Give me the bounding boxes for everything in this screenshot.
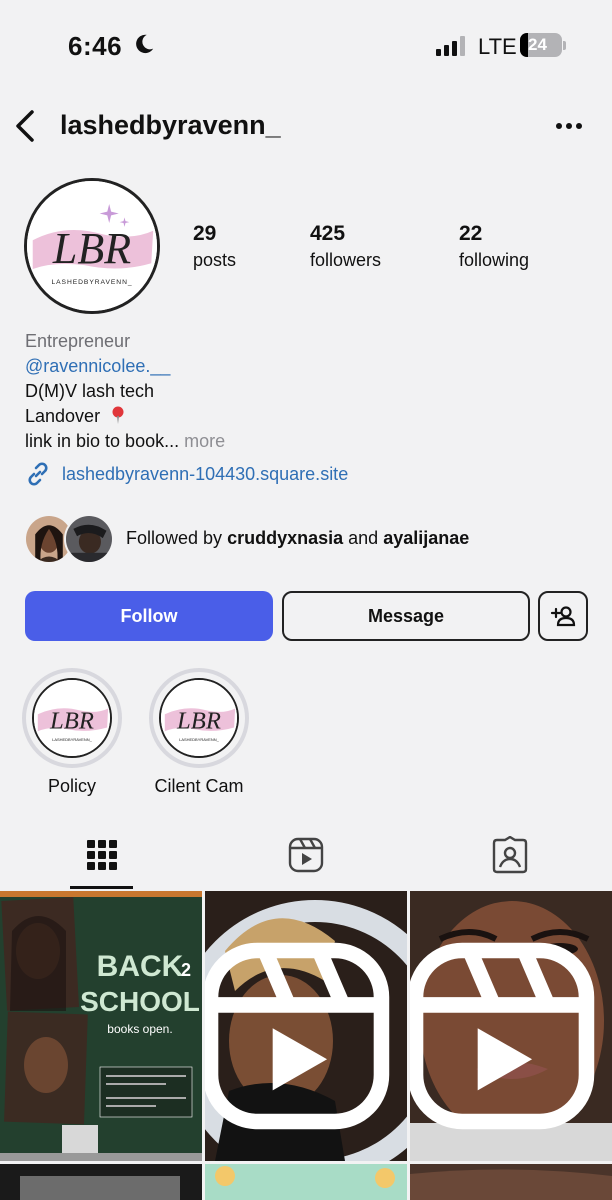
more-options-icon[interactable]	[554, 120, 584, 132]
stat-followers[interactable]: 425 followers	[310, 222, 381, 271]
battery-icon: 24	[520, 33, 562, 57]
bio-truncated-text: link in bio to book...	[25, 431, 180, 451]
post-thumbnail[interactable]	[205, 1164, 407, 1200]
network-type: LTE	[478, 34, 517, 59]
mutual-follower-name: cruddyxnasia	[227, 528, 344, 548]
highlight-cover: LBR LASHEDBYRAVENN_	[32, 678, 112, 758]
followers-label: followers	[310, 250, 382, 270]
svg-text:LASHEDBYRAVENN_: LASHEDBYRAVENN_	[179, 737, 219, 742]
status-time: 6:46	[68, 31, 123, 61]
flyer-headline-number: 2	[181, 960, 191, 980]
back-arrow-icon[interactable]	[10, 108, 42, 144]
posts-grid: BACK 2 SCHOOL books open.	[0, 891, 612, 1200]
link-icon	[28, 462, 48, 486]
bio-line: D(M)V lash tech	[25, 381, 155, 401]
bio-category: Entrepreneur	[25, 331, 131, 351]
external-link[interactable]: lashedbyravenn-104430.square.site	[62, 464, 348, 485]
flyer-headline: BACK	[97, 950, 184, 983]
highlight-cover: LBR LASHEDBYRAVENN_	[159, 678, 239, 758]
bio-more-button[interactable]: more	[184, 431, 225, 451]
followed-by-text[interactable]: Followed by cruddyxnasia and ayalijanae	[126, 528, 469, 549]
story-highlight-policy[interactable]: LBR LASHEDBYRAVENN_ Policy	[22, 668, 122, 797]
avatar-monogram: LBR	[52, 224, 131, 273]
stat-posts[interactable]: 29 posts	[193, 222, 236, 271]
highlight-label: Cilent Cam	[154, 776, 244, 796]
reel-badge-icon	[205, 942, 390, 1130]
mutual-follower-name: ayalijanae	[383, 528, 470, 548]
followers-count: 425	[310, 222, 346, 245]
active-tab-indicator	[70, 886, 133, 889]
svg-text:LASHEDBYRAVENN_: LASHEDBYRAVENN_	[52, 737, 92, 742]
signal-icon	[436, 36, 465, 56]
reels-icon[interactable]	[287, 836, 325, 874]
bio-location: Landover	[25, 406, 125, 426]
stat-following[interactable]: 22 following	[459, 222, 529, 271]
post-thumbnail[interactable]	[0, 1164, 202, 1200]
highlight-label: Policy	[47, 776, 96, 796]
reel-badge-icon	[410, 942, 595, 1130]
profile-avatar[interactable]: LBR LASHEDBYRAVENN_	[24, 178, 160, 314]
profile-username: lashedbyravenn_	[60, 110, 281, 140]
status-bar: 6:46 LTE 24	[0, 0, 612, 92]
svg-text:LBR: LBR	[176, 707, 221, 734]
battery-level: 24	[528, 35, 547, 54]
story-highlight-client-cam[interactable]: LBR LASHEDBYRAVENN_ Cilent Cam	[149, 668, 249, 797]
follow-button[interactable]: Follow	[25, 591, 273, 641]
bio-location-text: Landover	[25, 406, 101, 426]
post-thumbnail[interactable]	[205, 891, 407, 1161]
message-button[interactable]: Message	[282, 591, 530, 641]
bio-truncated: link in bio to book... more	[25, 431, 225, 451]
post-thumbnail[interactable]	[410, 1164, 612, 1200]
mutual-follower-avatar[interactable]	[64, 514, 114, 564]
avatar-wordmark: LASHEDBYRAVENN_	[51, 279, 132, 286]
bio-mention-link[interactable]: @ravennicolee.__	[25, 356, 170, 376]
post-thumbnail[interactable]: BACK 2 SCHOOL books open.	[0, 891, 202, 1161]
posts-count: 29	[193, 222, 217, 245]
svg-text:LBR: LBR	[49, 707, 94, 734]
flyer-headline: SCHOOL	[80, 986, 200, 1017]
posts-label: posts	[193, 250, 237, 270]
post-thumbnail[interactable]	[410, 891, 612, 1161]
following-count: 22	[459, 222, 483, 245]
grid-icon[interactable]	[83, 836, 121, 874]
moon-icon	[136, 34, 154, 54]
suggested-users-button[interactable]	[538, 591, 588, 641]
following-label: following	[459, 250, 530, 270]
pin-icon	[112, 406, 124, 424]
tagged-icon[interactable]	[491, 836, 529, 874]
add-user-icon	[550, 606, 576, 627]
flyer-subtitle: books open.	[107, 1022, 172, 1036]
